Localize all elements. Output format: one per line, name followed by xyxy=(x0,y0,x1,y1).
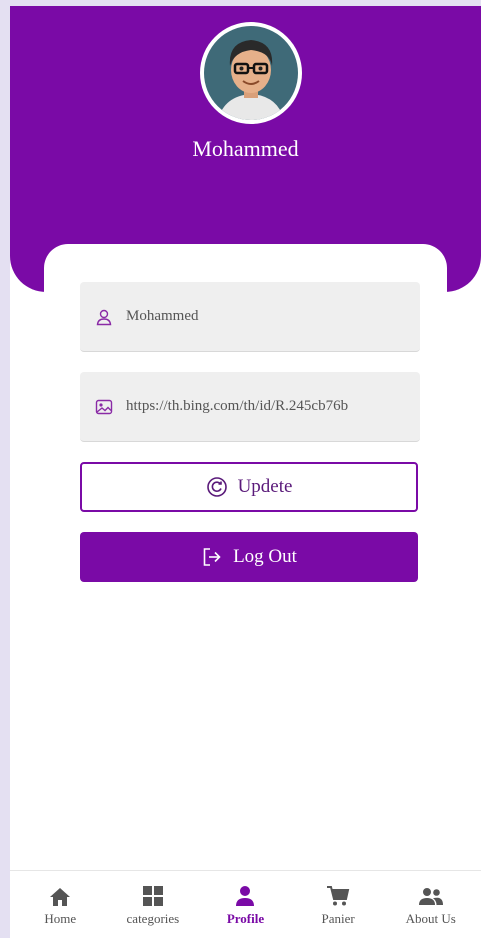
person-icon xyxy=(234,883,256,907)
image-icon xyxy=(94,397,114,417)
nav-label-home: Home xyxy=(44,910,77,926)
nav-item-profile[interactable]: Profile xyxy=(200,883,290,927)
logout-button-label: Log Out xyxy=(233,546,297,567)
cart-icon xyxy=(326,883,350,907)
avatar-image xyxy=(204,26,298,120)
avatar xyxy=(200,22,302,124)
profile-name: Mohammed xyxy=(192,136,299,161)
logout-icon xyxy=(201,546,223,568)
grid-icon xyxy=(142,883,164,907)
nav-label-profile: Profile xyxy=(226,910,265,926)
bottom-navigation: Home categories Profile Panier About Us xyxy=(10,870,481,938)
home-icon xyxy=(49,883,71,907)
update-button-label: Updete xyxy=(237,476,293,497)
name-input[interactable] xyxy=(126,308,416,325)
user-icon xyxy=(94,307,114,327)
nav-label-categories: categories xyxy=(126,910,180,926)
nav-item-panier[interactable]: Panier xyxy=(293,883,383,927)
nav-item-home[interactable]: Home xyxy=(15,883,105,927)
image-url-field[interactable] xyxy=(80,372,420,442)
people-icon xyxy=(418,883,444,907)
name-field[interactable] xyxy=(80,282,420,352)
nav-label-panier: Panier xyxy=(321,910,355,926)
refresh-icon xyxy=(206,476,228,498)
nav-item-about-us[interactable]: About Us xyxy=(386,883,476,927)
nav-label-about-us: About Us xyxy=(405,910,456,926)
nav-item-categories[interactable]: categories xyxy=(108,883,198,927)
update-button[interactable]: Updete xyxy=(80,462,418,512)
image-url-input[interactable] xyxy=(126,398,416,415)
window-frame-left xyxy=(0,0,10,938)
profile-screen: Mohammed Mohammed https://th.bing.com/th… xyxy=(10,6,481,938)
logout-button[interactable]: Log Out xyxy=(80,532,418,582)
profile-form-card: Updete Log Out xyxy=(44,244,447,904)
